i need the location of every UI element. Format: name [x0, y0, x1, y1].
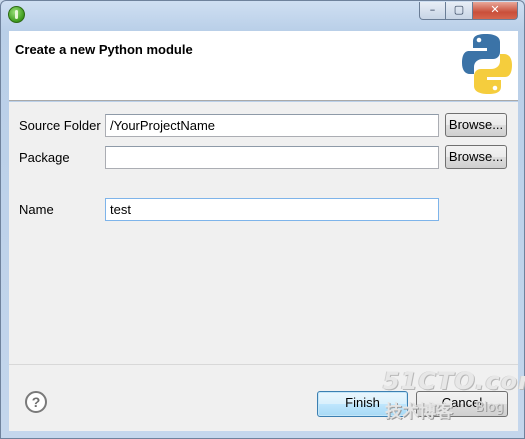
wizard-content: Source Folder /YourProjectName Browse...…: [9, 102, 518, 364]
help-icon[interactable]: ?: [25, 391, 47, 413]
source-folder-field[interactable]: /YourProjectName: [105, 114, 439, 137]
title-bar[interactable]: – ▢ ✕: [1, 1, 524, 29]
finish-label: Finish: [345, 395, 380, 410]
package-label: Package: [19, 150, 70, 165]
close-button[interactable]: ✕: [473, 2, 518, 20]
name-label: Name: [19, 202, 54, 217]
maximize-icon: ▢: [453, 3, 465, 16]
cancel-button[interactable]: Cancel: [416, 391, 508, 417]
wizard-header: Create a new Python module: [9, 31, 518, 101]
name-field[interactable]: test: [105, 198, 439, 221]
python-logo: [462, 34, 512, 94]
package-browse-button[interactable]: Browse...: [445, 145, 507, 169]
close-icon: ✕: [490, 3, 500, 16]
minimize-icon: –: [429, 3, 436, 16]
maximize-button[interactable]: ▢: [446, 2, 473, 20]
package-field[interactable]: [105, 146, 439, 169]
dialog-window: – ▢ ✕ Create a new Python module Source …: [0, 0, 525, 439]
source-folder-label: Source Folder: [19, 118, 101, 133]
window-controls: – ▢ ✕: [419, 2, 518, 20]
eclipse-icon: [8, 6, 25, 23]
source-folder-browse-button[interactable]: Browse...: [445, 113, 507, 137]
finish-button[interactable]: Finish: [317, 391, 408, 417]
minimize-button[interactable]: –: [419, 2, 446, 20]
wizard-footer: ? Finish Cancel: [9, 364, 518, 431]
page-title: Create a new Python module: [15, 42, 193, 57]
